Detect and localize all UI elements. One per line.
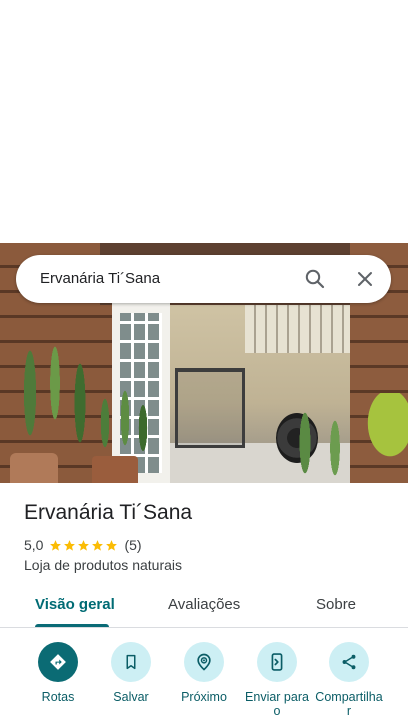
place-title: Ervanária Ti´Sana [24,501,193,524]
tab-bar: Visão geral Avaliações Sobre [0,588,408,628]
search-bar[interactable]: Ervanária Ti´Sana [16,255,391,303]
star-icon [64,539,76,551]
pot-middle [92,456,138,483]
star-icon [78,539,90,551]
share-label: Compartilhar [315,690,383,718]
search-icon[interactable] [303,267,327,291]
nearby-label: Próximo [181,690,227,704]
star-rating [49,539,119,552]
bookmark-icon [111,642,151,682]
share-button[interactable]: Compartilhar [309,642,389,718]
plant-right [265,393,408,483]
send-to-phone-icon [257,642,297,682]
directions-icon [38,642,78,682]
review-count[interactable]: (5) [124,537,141,553]
tab-reviews[interactable]: Avaliações [168,596,240,613]
star-icon [106,539,118,551]
send-to-phone-button[interactable]: Enviar para o [237,642,317,718]
active-tab-indicator [35,624,109,627]
star-icon [50,539,62,551]
tab-overview[interactable]: Visão geral [35,596,115,613]
search-input[interactable]: Ervanária Ti´Sana [40,270,160,287]
save-label: Salvar [113,690,149,704]
directions-label: Rotas [41,690,75,704]
map-area-blank [0,0,408,243]
product-wall [245,305,350,353]
nearby-icon [184,642,224,682]
save-button[interactable]: Salvar [91,642,171,704]
send-to-phone-label: Enviar para o [245,690,309,718]
nearby-button[interactable]: Próximo [164,642,244,704]
pot-left [10,453,58,483]
plant-middle [85,383,155,463]
rating-value: 5,0 [24,537,44,553]
display-shelf [175,368,245,448]
star-icon [92,539,104,551]
rating-row[interactable]: 5,0 (5) [24,536,142,554]
tab-about[interactable]: Sobre [316,596,356,613]
place-category: Loja de produtos naturais [24,557,182,573]
close-icon[interactable] [353,267,377,291]
action-buttons: Rotas Salvar Próximo Enviar para o Compa… [0,628,408,726]
share-icon [329,642,369,682]
directions-button[interactable]: Rotas [18,642,98,704]
